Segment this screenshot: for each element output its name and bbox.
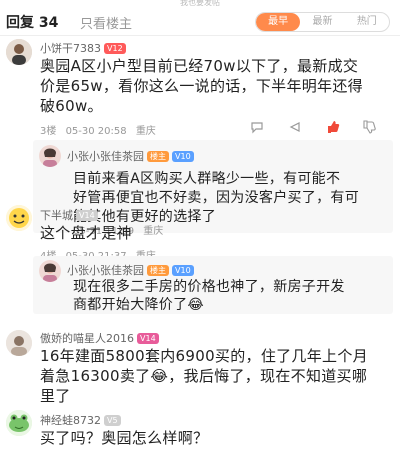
sort-hot[interactable]: 热门 bbox=[345, 13, 389, 31]
avatar[interactable] bbox=[6, 39, 32, 65]
avatar[interactable] bbox=[39, 145, 61, 167]
level-badge: V14 bbox=[76, 210, 98, 221]
avatar-portrait-icon bbox=[39, 260, 61, 282]
comment-text: 16年建面5800套内6900买的，住了几年上个月 着急16300卖了😂，我后悔… bbox=[40, 347, 368, 405]
avatar[interactable] bbox=[6, 330, 32, 356]
level-badge: V14 bbox=[137, 333, 159, 344]
sort-toggle: 最早 最新 热门 bbox=[255, 12, 390, 32]
username[interactable]: 小饼干7383 V12 bbox=[40, 40, 126, 56]
username[interactable]: 神经蛙8732 V5 bbox=[40, 412, 121, 428]
owner-badge: 楼主 bbox=[147, 151, 169, 162]
comment-header: 回复 34 只看楼主 最早 最新 热门 bbox=[0, 6, 400, 36]
like-icon[interactable] bbox=[326, 120, 340, 134]
avatar-portrait-icon bbox=[6, 39, 32, 65]
tab-replies-label: 回复 bbox=[6, 15, 34, 31]
floor-comment: 下半城V14 这个盘才是神 4楼 05-30 21:37 重庆 小张小张佳茶园楼… bbox=[0, 203, 400, 323]
avatar-emoji-icon bbox=[6, 205, 32, 231]
username[interactable]: 小张小张佳茶园 楼主 V10 bbox=[67, 148, 194, 164]
floor-comment: 傲娇的喵星人2016 V14 16年建面5800套内6900买的，住了几年上个月 … bbox=[0, 328, 400, 408]
avatar[interactable] bbox=[6, 410, 32, 436]
username[interactable]: 下半城 V14 bbox=[40, 207, 98, 223]
avatar-portrait-icon bbox=[39, 145, 61, 167]
tab-replies[interactable]: 回复 34 bbox=[6, 12, 58, 32]
tab-owner-only[interactable]: 只看楼主 bbox=[80, 13, 132, 32]
username[interactable]: 小张小张佳茶园 楼主 V10 bbox=[67, 262, 194, 278]
avatar[interactable] bbox=[6, 205, 32, 231]
nested-reply: 小张小张佳茶园 楼主 V10 现在很多二手房的价格也神了，新房子开发 商都开始大降价… bbox=[33, 256, 393, 314]
frog-avatar-icon bbox=[6, 410, 32, 436]
avatar-portrait-icon bbox=[6, 330, 32, 356]
level-badge: V12 bbox=[104, 43, 126, 54]
username[interactable]: 傲娇的喵星人2016 V14 bbox=[40, 330, 159, 346]
comment-actions bbox=[250, 120, 390, 134]
comment-text: 现在很多二手房的价格也神了，新房子开发 商都开始大降价了😂 bbox=[73, 279, 345, 313]
level-badge: V5 bbox=[104, 415, 121, 426]
owner-badge: 楼主 bbox=[147, 265, 169, 276]
dislike-icon[interactable] bbox=[362, 120, 376, 134]
comment-text: 这个盘才是神 bbox=[40, 224, 132, 242]
floor-comment: 神经蛙8732 V5 买了吗？奥园怎么样啊？ bbox=[0, 408, 400, 455]
sort-latest[interactable]: 最新 bbox=[300, 13, 344, 31]
comment-text: 奥园A区小户型目前已经70w以下了，最新成交 价是65w，看你这么一说的话，下半… bbox=[40, 57, 363, 115]
level-badge: V10 bbox=[172, 265, 194, 276]
level-badge: V10 bbox=[172, 151, 194, 162]
comment-meta: 3楼 05-30 20:58 重庆 bbox=[40, 126, 156, 137]
avatar[interactable] bbox=[39, 260, 61, 282]
comment-text: 买了吗？奥园怎么样啊？ bbox=[40, 429, 209, 447]
sort-earliest[interactable]: 最早 bbox=[256, 13, 301, 31]
share-icon[interactable] bbox=[288, 120, 302, 134]
reply-icon[interactable] bbox=[250, 120, 264, 134]
reply-count: 34 bbox=[38, 15, 59, 31]
